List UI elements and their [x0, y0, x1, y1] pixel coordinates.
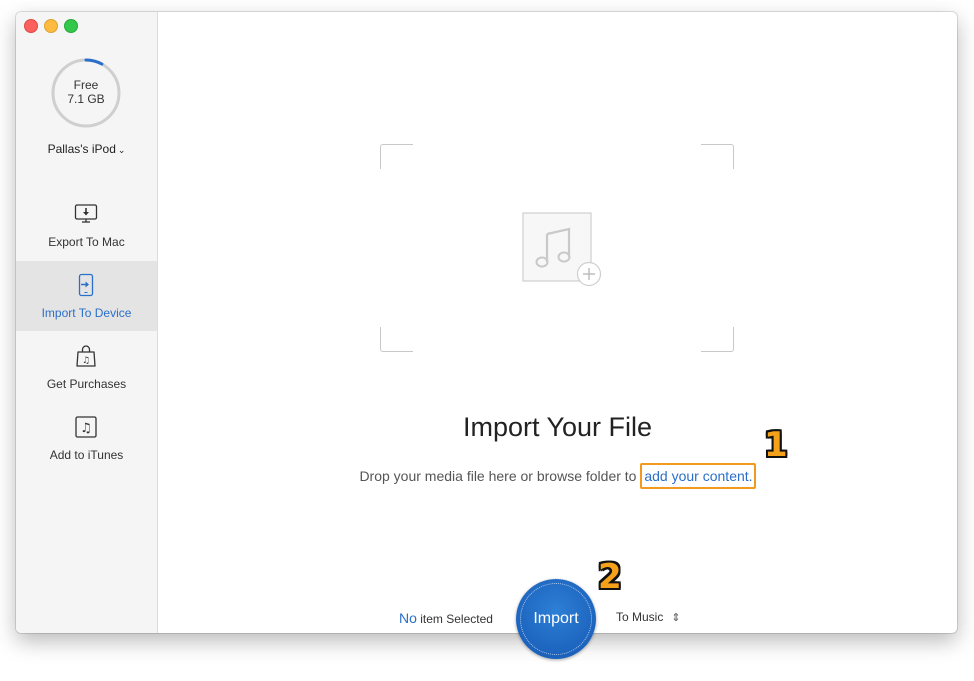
sidebar-item-label: Get Purchases [46, 377, 127, 391]
drop-zone[interactable] [380, 144, 734, 352]
svg-text:♫: ♫ [80, 421, 92, 436]
storage-value: 7.1 GB [67, 92, 105, 106]
add-content-link[interactable]: add your content. [640, 463, 756, 489]
selected-count: No [399, 610, 417, 626]
destination-label: To Music [616, 610, 664, 624]
main-content: Import Your File Drop your media file he… [158, 12, 957, 633]
storage-label: Free [73, 78, 99, 92]
phone-import-icon [78, 273, 94, 297]
sidebar-item-import-to-device[interactable]: Import To Device [16, 261, 157, 331]
drop-zone-corner [380, 144, 413, 169]
window-content: Free 7.1 GB Pallas's iPod ⌄ Export To Mac [16, 12, 957, 633]
device-name: Pallas's iPod [47, 142, 116, 156]
music-add-icon [522, 212, 602, 287]
drop-zone-corner [380, 327, 413, 352]
sidebar-item-label: Import To Device [41, 306, 132, 320]
sidebar-item-add-to-itunes[interactable]: ♫ Add to iTunes [16, 403, 157, 473]
sidebar: Free 7.1 GB Pallas's iPod ⌄ Export To Mac [16, 12, 158, 633]
shopping-bag-icon: ♫ [76, 345, 96, 367]
monitor-download-icon [74, 204, 98, 223]
minimize-window-button[interactable] [44, 19, 58, 33]
selected-suffix: item Selected [416, 612, 493, 626]
sidebar-item-label: Add to iTunes [49, 448, 124, 462]
drop-zone-corner [701, 144, 734, 169]
sidebar-item-get-purchases[interactable]: ♫ Get Purchases [16, 332, 157, 402]
import-description: Drop your media file here or browse fold… [158, 463, 957, 489]
music-note-icon: ♫ [75, 416, 97, 438]
selection-status: No item Selected [399, 610, 493, 626]
destination-selector[interactable]: To Music ⇕ [616, 610, 681, 624]
sidebar-item-label: Export To Mac [48, 235, 125, 249]
svg-text:♫: ♫ [82, 356, 90, 366]
storage-ring: Free 7.1 GB [51, 58, 121, 128]
maximize-window-button[interactable] [64, 19, 78, 33]
drop-zone-corner [701, 327, 734, 352]
description-text: Drop your media file here or browse fold… [359, 468, 641, 484]
device-selector[interactable]: Pallas's iPod ⌄ [16, 142, 157, 156]
sidebar-item-export-to-mac[interactable]: Export To Mac [16, 190, 157, 260]
chevron-down-icon: ⌄ [117, 145, 126, 155]
app-window: Free 7.1 GB Pallas's iPod ⌄ Export To Mac [16, 12, 957, 659]
step-badge-2: 2 [598, 557, 622, 597]
page-title: Import Your File [462, 412, 653, 442]
import-button-label: Import [533, 610, 579, 627]
close-window-button[interactable] [24, 19, 38, 33]
up-down-arrows-icon: ⇕ [671, 612, 681, 624]
step-badge-1: 1 [764, 425, 788, 465]
import-button[interactable]: Import [516, 579, 596, 659]
